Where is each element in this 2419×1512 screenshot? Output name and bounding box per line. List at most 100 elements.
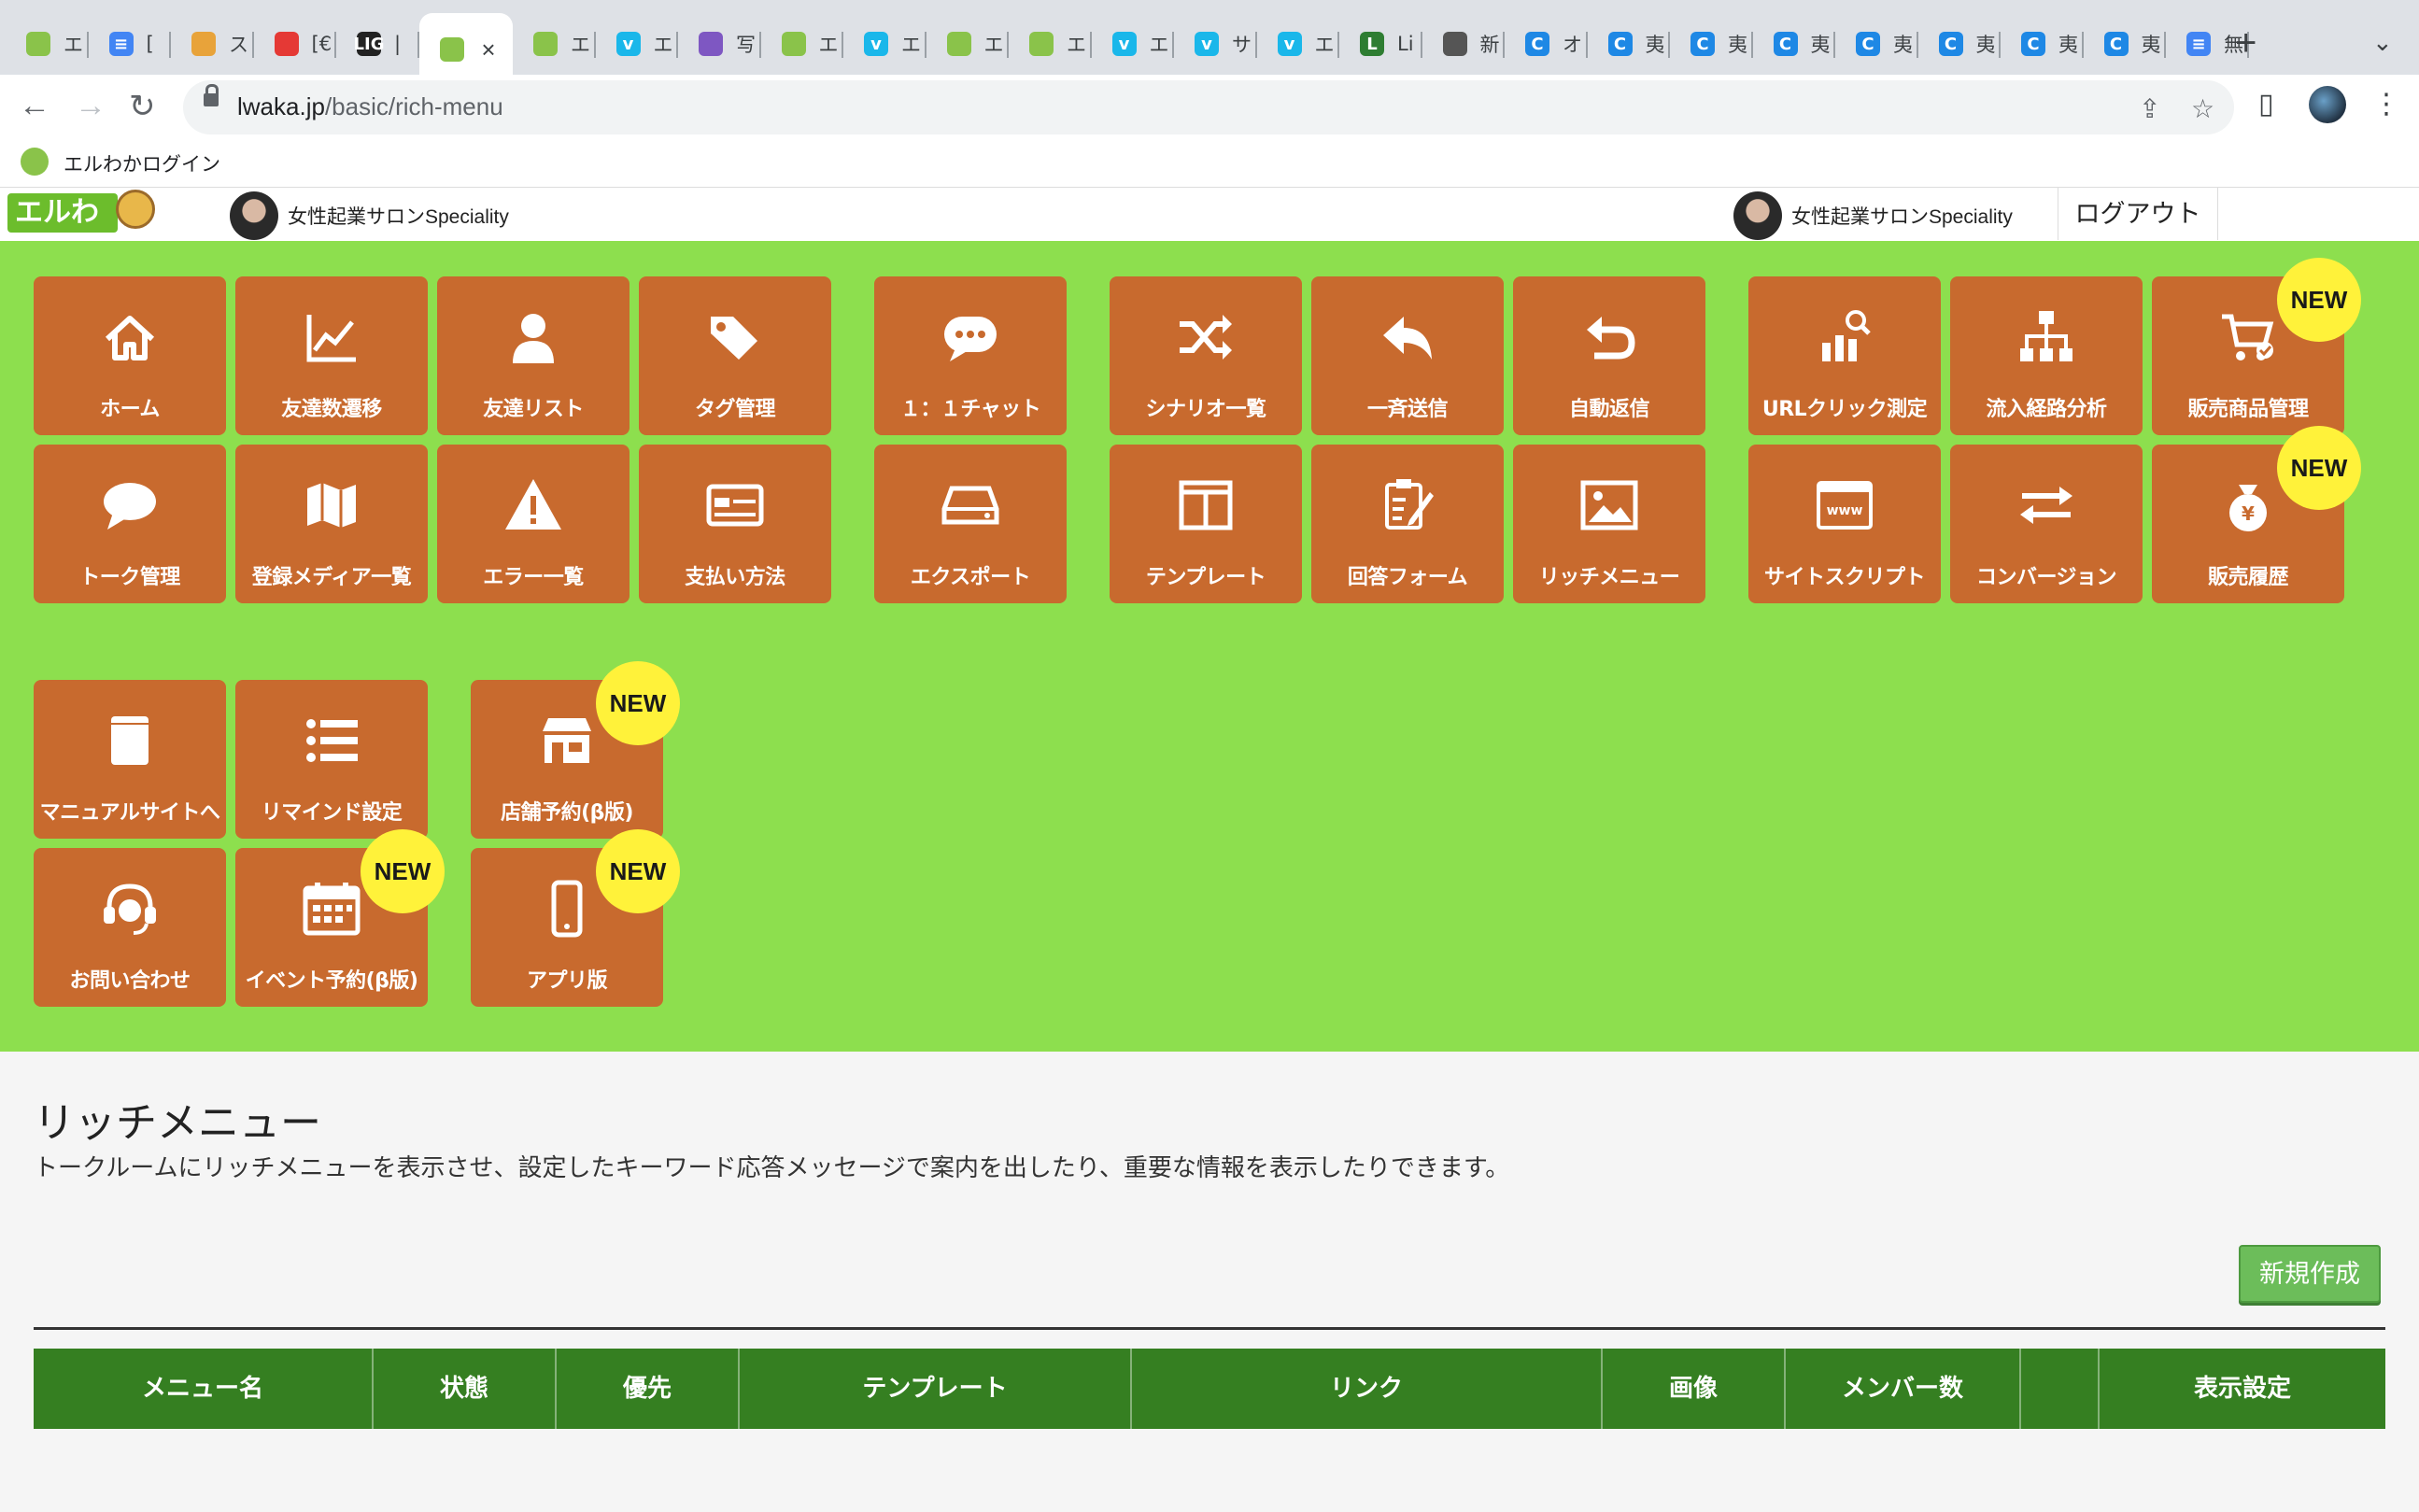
menu-button[interactable]: 支払い方法 xyxy=(639,445,831,603)
back-arrow-icon[interactable]: ← xyxy=(19,88,50,124)
account-name: 女性起業サロンSpeciality xyxy=(1791,206,2013,228)
browser-tab[interactable]: C夷 xyxy=(1835,19,1918,69)
bookmark-favicon-icon xyxy=(21,148,49,176)
menu-button-label: コンバージョン xyxy=(1975,566,2117,589)
tab-favicon-icon xyxy=(274,32,299,56)
tab-title: エ xyxy=(1067,34,1086,56)
menu-button[interactable]: コンバージョン xyxy=(1950,445,2143,603)
menu-button[interactable]: エクスポート xyxy=(874,445,1067,603)
shuffle-icon xyxy=(1110,304,1302,370)
logout-button[interactable]: ログアウト xyxy=(2058,188,2218,240)
menu-button[interactable]: 自動返信 xyxy=(1513,276,1705,435)
browser-tab[interactable]: ≡[ xyxy=(89,19,171,69)
column-header-link: リンク xyxy=(1132,1349,1603,1429)
reload-icon[interactable]: ↻ xyxy=(129,88,156,125)
browser-tab[interactable]: C夷 xyxy=(1670,19,1753,69)
menu-button[interactable]: 友達数遷移 xyxy=(235,276,428,435)
browser-tab[interactable]: [€ xyxy=(254,19,336,69)
menu-button[interactable]: 回答フォーム xyxy=(1311,445,1504,603)
new-tab-button[interactable]: + xyxy=(2235,22,2256,64)
new-badge: NEW xyxy=(596,829,680,913)
menu-button[interactable]: タグ管理 xyxy=(639,276,831,435)
tab-favicon-icon: v xyxy=(1277,32,1302,56)
tab-title: サ xyxy=(1232,34,1252,56)
tab-title: 夷 xyxy=(1728,34,1747,56)
create-new-button[interactable]: 新規作成 xyxy=(2239,1245,2381,1303)
user-icon xyxy=(437,304,630,370)
menu-button[interactable]: 一斉送信 xyxy=(1311,276,1504,435)
menu-button-label: URLクリック測定 xyxy=(1761,398,1928,421)
browser-tab[interactable]: LIG | xyxy=(336,19,419,69)
browser-tab[interactable]: vエ xyxy=(1257,19,1339,69)
forward-arrow-icon[interactable]: → xyxy=(75,88,106,124)
menu-button-label: エラー一覧 xyxy=(483,566,584,589)
browser-tab-strip: エ ≡[ス [€ LIG | × エ v エ写エ v エエエ v エ v サ v エ L Li 新 C オ C 夷 C 夷 C 夷 C 夷… xyxy=(0,0,2419,86)
browser-tab[interactable]: vエ xyxy=(843,19,927,69)
menu-button[interactable]: 流入経路分析 xyxy=(1950,276,2143,435)
menu-button[interactable]: 登録メディア一覧 xyxy=(235,445,428,603)
bookmark-item[interactable]: エルわかログイン xyxy=(64,149,220,177)
menu-button-label: タグ管理 xyxy=(694,398,776,421)
more-menu-icon[interactable]: ⋮ xyxy=(2372,88,2400,120)
menu-button[interactable]: URLクリック測定 xyxy=(1748,276,1941,435)
browser-tab[interactable]: エ xyxy=(6,19,89,69)
close-tab-icon[interactable]: × xyxy=(481,35,495,64)
browser-tab[interactable]: ス xyxy=(171,19,254,69)
browser-tab[interactable]: vサ xyxy=(1174,19,1257,69)
menu-button[interactable]: エラー一覧 xyxy=(437,445,630,603)
account-name: 女性起業サロンSpeciality xyxy=(288,206,509,228)
tab-favicon-icon: C xyxy=(2103,32,2129,56)
tab-title: エ xyxy=(818,34,839,56)
menu-button[interactable]: www サイトスクリプト xyxy=(1748,445,1941,603)
tab-favicon-icon xyxy=(1029,32,1054,56)
tab-title: 夷 xyxy=(1810,34,1831,56)
account-selector[interactable]: 女性起業サロンSpeciality xyxy=(230,191,509,240)
browser-tab[interactable]: Cオ xyxy=(1505,19,1588,69)
menu-button-label: シナリオ一覧 xyxy=(1145,398,1266,421)
browser-tab[interactable]: vエ xyxy=(1092,19,1174,69)
share-icon[interactable]: ⇪ xyxy=(2139,93,2160,124)
column-header-blank xyxy=(2021,1349,2100,1429)
browser-tab[interactable]: vエ xyxy=(596,19,678,69)
browser-tab[interactable]: エ xyxy=(1009,19,1092,69)
divider xyxy=(34,1327,2385,1330)
browser-tab[interactable]: C夷 xyxy=(1588,19,1670,69)
browser-tab[interactable]: エ xyxy=(927,19,1009,69)
tab-title: 写 xyxy=(736,34,756,56)
menu-button-label: エクスポート xyxy=(910,566,1031,589)
browser-tab[interactable]: エ xyxy=(513,19,596,69)
browser-tab[interactable]: C夷 xyxy=(1753,19,1835,69)
bookmark-star-icon[interactable]: ☆ xyxy=(2191,93,2214,124)
current-account[interactable]: 女性起業サロンSpeciality xyxy=(1733,191,2013,240)
tab-search-chevron-icon[interactable]: ⌄ xyxy=(2372,28,2393,57)
browser-tab[interactable]: エ xyxy=(761,19,843,69)
menu-button[interactable]: マニュアルサイトへ xyxy=(34,680,226,839)
profile-avatar[interactable] xyxy=(2309,86,2346,123)
browser-tab[interactable]: C夷 xyxy=(2084,19,2166,69)
browser-tab[interactable]: C夷 xyxy=(2001,19,2084,69)
menu-button[interactable]: トーク管理 xyxy=(34,445,226,603)
address-bar[interactable]: lwaka.jp/basic/rich-menu ⇪ ☆ xyxy=(183,80,2234,134)
menu-button-label: イベント予約(β版) xyxy=(245,969,418,993)
menu-button[interactable]: ホーム xyxy=(34,276,226,435)
menu-button[interactable]: テンプレート xyxy=(1110,445,1302,603)
side-panel-icon[interactable]: ▯ xyxy=(2258,88,2274,120)
tab-title: 夷 xyxy=(1645,34,1665,56)
menu-button[interactable]: お問い合わせ xyxy=(34,848,226,1007)
browser-tab[interactable]: C夷 xyxy=(1918,19,2001,69)
menu-button[interactable]: 友達リスト xyxy=(437,276,630,435)
svg-text:www: www xyxy=(1827,503,1863,518)
browser-tab[interactable]: 新 xyxy=(1422,19,1505,69)
menu-button[interactable]: １：１チャット xyxy=(874,276,1067,435)
clipboard-icon xyxy=(1311,473,1504,538)
tab-favicon-icon xyxy=(699,32,723,56)
menu-button[interactable]: リマインド設定 xyxy=(235,680,428,839)
app-logo[interactable]: エルわか xyxy=(7,193,118,267)
menu-button[interactable]: リッチメニュー xyxy=(1513,445,1705,603)
tab-title: エ xyxy=(653,34,673,56)
monkey-mascot-icon xyxy=(116,190,155,229)
menu-button-label: トーク管理 xyxy=(79,566,180,589)
browser-tab[interactable]: L Li xyxy=(1339,19,1422,69)
menu-button[interactable]: シナリオ一覧 xyxy=(1110,276,1302,435)
browser-tab[interactable]: 写 xyxy=(678,19,761,69)
